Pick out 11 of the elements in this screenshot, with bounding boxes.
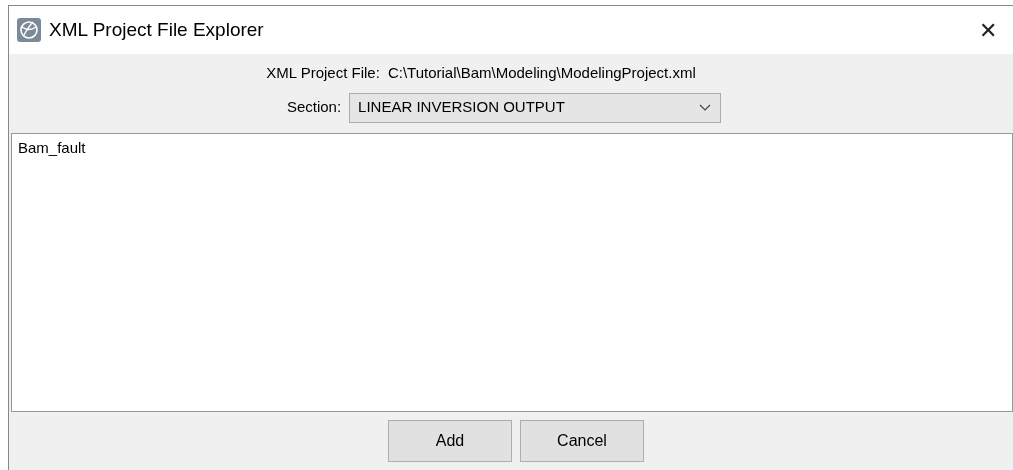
add-button[interactable]: Add xyxy=(388,420,512,462)
file-label: XML Project File: xyxy=(266,63,380,83)
file-path: C:\Tutorial\Bam\Modeling\ModelingProject.xml xyxy=(387,63,696,83)
chevron-icon xyxy=(699,103,712,111)
list-item[interactable]: Bam_fault xyxy=(18,136,86,159)
section-label: Section: xyxy=(286,97,342,118)
cancel-button[interactable]: Cancel xyxy=(520,420,644,462)
section-dropdown[interactable]: LINEAR INVERSION OUTPUT xyxy=(349,92,722,123)
globe-icon xyxy=(17,18,41,42)
close-button[interactable]: ✕ xyxy=(971,13,1005,47)
window-title: XML Project File Explorer xyxy=(49,17,264,42)
